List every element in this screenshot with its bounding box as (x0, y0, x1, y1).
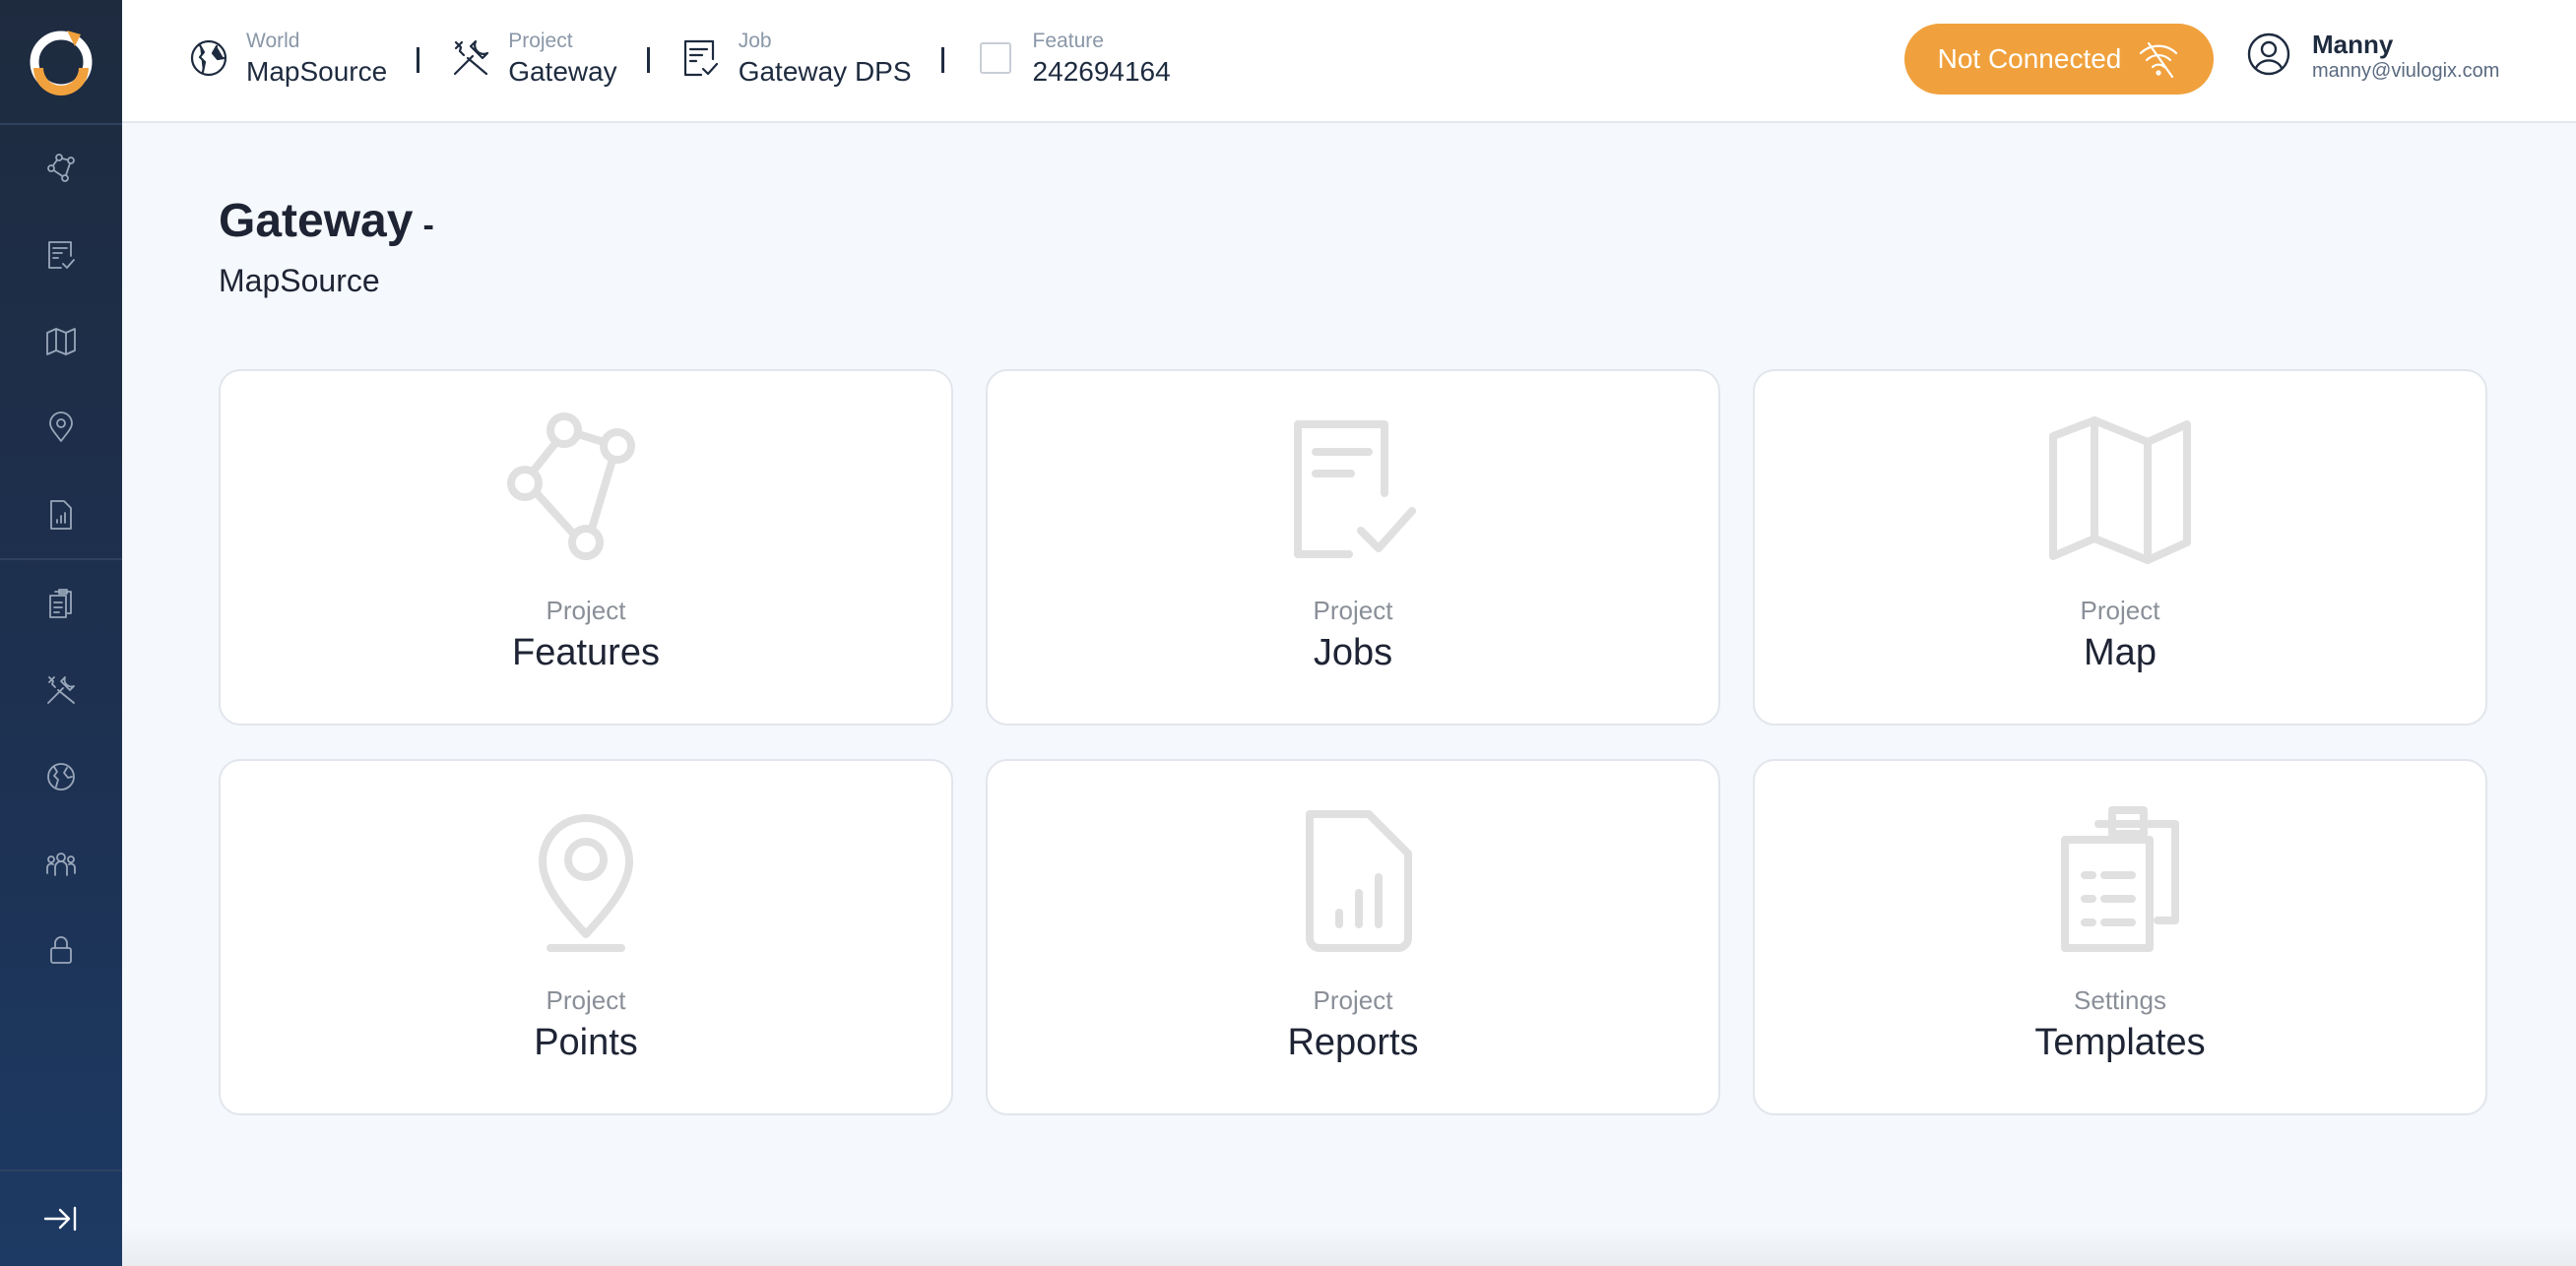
card-map-sub: Project (2080, 596, 2160, 625)
card-map-title: Map (2084, 632, 2157, 673)
globe-icon (47, 763, 75, 791)
card-features-sub: Project (546, 596, 626, 625)
breadcrumb-feature-label: Feature (1032, 30, 1104, 52)
tools-icon (449, 36, 492, 80)
breadcrumb-world-label: World (246, 30, 300, 52)
sidebar-group-project (0, 125, 122, 560)
templates-icon (2041, 802, 2199, 960)
card-features[interactable]: Project Features (219, 369, 953, 726)
card-points-sub: Project (546, 985, 626, 1015)
templates-icon (49, 589, 72, 618)
page-title-dash: - (422, 207, 434, 244)
collapse-arrow-icon (43, 1206, 77, 1232)
card-map[interactable]: Project Map (1753, 369, 2487, 726)
sidebar (0, 0, 122, 1266)
card-reports-sub: Project (1313, 985, 1393, 1015)
users-icon (46, 853, 76, 876)
lock-icon (50, 936, 72, 964)
breadcrumb-world[interactable]: World MapSource (187, 28, 387, 89)
features-icon (507, 412, 665, 570)
sidebar-item-security[interactable] (0, 907, 122, 993)
map-icon (2041, 412, 2199, 570)
sidebar-item-worlds[interactable] (0, 733, 122, 820)
card-features-title: Features (512, 632, 660, 673)
breadcrumb-project-value: Gateway (508, 56, 617, 87)
jobs-icon (1274, 412, 1432, 570)
user-menu[interactable]: Manny manny@viulogix.com (2245, 30, 2499, 83)
breadcrumb-job-value: Gateway DPS (738, 56, 912, 87)
wifi-off-icon (2140, 41, 2178, 79)
card-reports[interactable]: Project Reports (986, 759, 1720, 1115)
bottom-shadow (122, 1227, 2576, 1266)
sidebar-item-points[interactable] (0, 385, 122, 472)
sidebar-item-map[interactable] (0, 298, 122, 385)
features-icon (47, 154, 75, 182)
page-title: Gateway - (219, 194, 434, 248)
top-header: World MapSource Project Gateway Job Gate… (122, 0, 2576, 123)
card-jobs-title: Jobs (1313, 632, 1393, 673)
card-jobs-sub: Project (1313, 596, 1393, 625)
page-title-text: Gateway (219, 195, 414, 247)
card-templates[interactable]: Settings Templates (1753, 759, 2487, 1115)
sidebar-item-features[interactable] (0, 125, 122, 212)
job-icon (679, 36, 723, 80)
breadcrumb-separator (417, 47, 420, 73)
sidebar-item-templates[interactable] (0, 560, 122, 647)
breadcrumb-project[interactable]: Project Gateway (449, 28, 617, 89)
breadcrumb-feature[interactable]: Feature 242694164 (974, 28, 1171, 89)
card-jobs[interactable]: Project Jobs (986, 369, 1720, 726)
sidebar-item-reports[interactable] (0, 472, 122, 558)
card-points-title: Points (534, 1022, 638, 1063)
logo-icon (30, 30, 93, 95)
connection-status-button[interactable]: Not Connected (1904, 24, 2214, 95)
user-email: manny@viulogix.com (2312, 60, 2500, 82)
breadcrumb-job[interactable]: Job Gateway DPS (679, 28, 912, 89)
globe-icon (187, 36, 230, 80)
card-points[interactable]: Project Points (219, 759, 953, 1115)
card-reports-title: Reports (1287, 1022, 1419, 1063)
breadcrumb-feature-value: 242694164 (1032, 56, 1171, 87)
breadcrumb-separator (646, 47, 650, 73)
breadcrumb: World MapSource Project Gateway Job Gate… (187, 28, 1171, 89)
sidebar-group-settings (0, 560, 122, 993)
sidebar-item-projects[interactable] (0, 647, 122, 733)
breadcrumb-job-label: Job (738, 30, 772, 52)
points-icon (507, 802, 665, 960)
dashboard-cards: Project Features Project Jobs Project Ma… (219, 369, 2487, 1115)
points-icon (49, 411, 73, 442)
user-name: Manny (2312, 30, 2394, 59)
sidebar-item-jobs[interactable] (0, 212, 122, 298)
card-templates-title: Templates (2034, 1022, 2206, 1063)
page-subtitle: MapSource (219, 263, 380, 298)
reports-icon (50, 500, 72, 530)
breadcrumb-project-label: Project (508, 30, 573, 52)
sidebar-collapse-button[interactable] (0, 1170, 122, 1266)
checkbox-icon[interactable] (974, 36, 1017, 80)
breadcrumb-separator (940, 47, 944, 73)
connection-status-label: Not Connected (1937, 43, 2122, 74)
jobs-icon (48, 241, 75, 269)
tools-icon (47, 676, 75, 704)
map-icon (46, 328, 76, 355)
app-logo[interactable] (0, 0, 122, 125)
card-templates-sub: Settings (2074, 985, 2166, 1015)
reports-icon (1274, 802, 1432, 960)
sidebar-item-users[interactable] (0, 820, 122, 907)
main-content: Gateway - MapSource Project Features Proj… (122, 125, 2576, 1266)
breadcrumb-world-value: MapSource (246, 56, 388, 87)
user-circle-icon (2245, 31, 2292, 83)
